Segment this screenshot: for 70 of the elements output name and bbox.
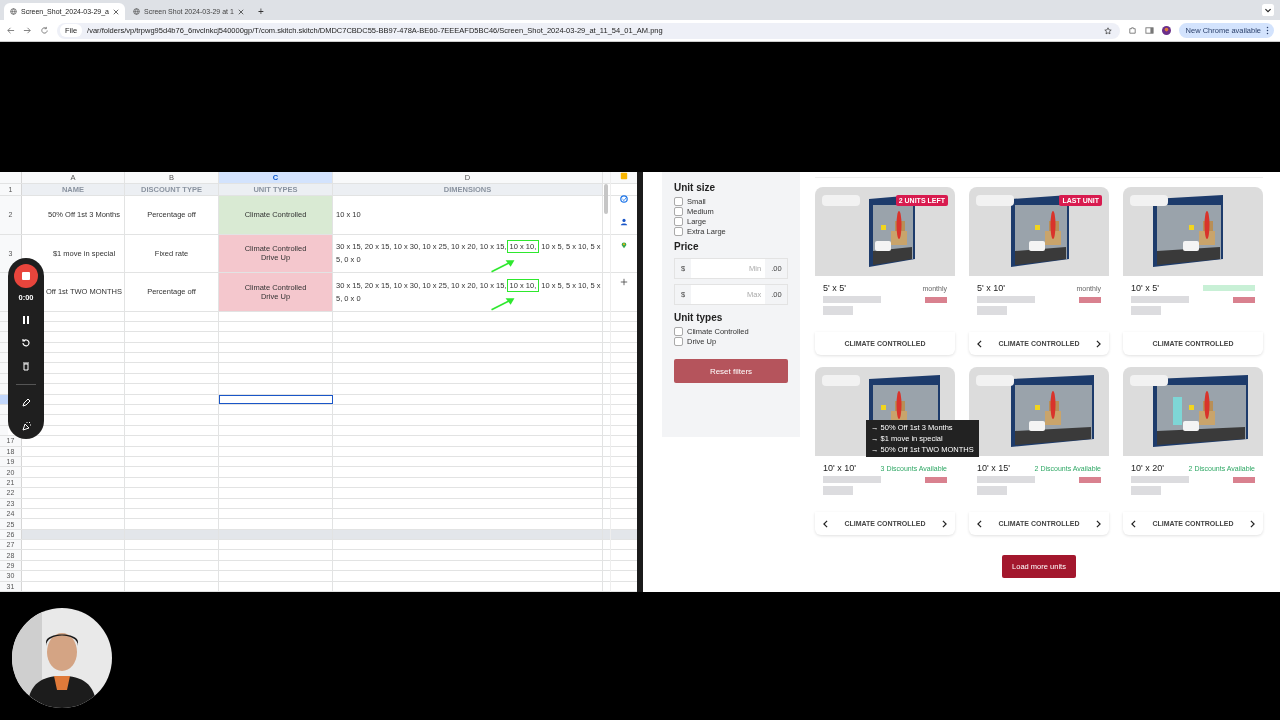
- chevron-right-icon[interactable]: [1250, 519, 1255, 528]
- blurred-text: [823, 476, 881, 483]
- chevron-left-icon[interactable]: [977, 339, 982, 348]
- chevron-right-icon[interactable]: [1096, 519, 1101, 528]
- checkbox[interactable]: [674, 337, 683, 346]
- blurred-text: [977, 306, 1007, 315]
- back-icon[interactable]: [6, 26, 15, 35]
- pause-icon[interactable]: [21, 315, 31, 325]
- chevron-left-icon[interactable]: [1131, 519, 1136, 528]
- filter-heading: Unit types: [674, 312, 724, 323]
- blurred-text: [977, 486, 1007, 495]
- blurred-text: [977, 476, 1035, 483]
- reset-button[interactable]: Reset filters: [674, 359, 788, 383]
- unit-size: 10' x 15': [977, 463, 1010, 473]
- blurred-price: [1079, 476, 1101, 483]
- unit-size: 10' x 20': [1131, 463, 1164, 473]
- blurred-text: [823, 296, 881, 303]
- chevron-right-icon[interactable]: [942, 519, 947, 528]
- trash-icon[interactable]: [21, 361, 31, 371]
- blurred-text: [823, 486, 853, 495]
- blurred-price: [1233, 476, 1255, 483]
- side-panel-icon[interactable]: [1144, 26, 1154, 35]
- blurred-price: [1233, 296, 1255, 303]
- blurred-text: [1131, 296, 1189, 303]
- new-tab-button[interactable]: +: [251, 6, 270, 20]
- pencil-icon[interactable]: [21, 398, 31, 408]
- blurred-text: [977, 296, 1035, 303]
- filter-heading: Price: [674, 241, 700, 252]
- blurred-text: [1131, 486, 1161, 495]
- effects-icon[interactable]: [21, 421, 31, 431]
- unit-size: 10' x 10': [823, 463, 856, 473]
- unit-size: 10' x 5': [1131, 283, 1159, 293]
- star-icon[interactable]: [1103, 26, 1112, 35]
- blurred-price: [925, 296, 947, 303]
- blurred-text: [823, 306, 853, 315]
- chevron-down-icon[interactable]: [1262, 4, 1274, 16]
- checkbox[interactable]: [674, 327, 683, 336]
- stop-button[interactable]: [14, 264, 38, 288]
- blurred-promo: [1203, 285, 1255, 291]
- unit-size: 5' x 10': [977, 283, 1005, 293]
- blurred-price: [925, 476, 947, 483]
- blurred-label: [976, 375, 1014, 386]
- checkbox[interactable]: [674, 197, 683, 206]
- tasks-icon[interactable]: [620, 195, 628, 203]
- forward-icon[interactable]: [23, 26, 32, 35]
- filter-heading: Unit size: [674, 182, 717, 193]
- add-icon[interactable]: [620, 278, 628, 286]
- blurred-label: [1130, 195, 1168, 206]
- person-icon[interactable]: [620, 218, 628, 226]
- chevron-left-icon[interactable]: [977, 519, 982, 528]
- map-pin-icon[interactable]: [620, 241, 628, 249]
- globe-icon: [132, 8, 140, 15]
- blurred-label: [976, 195, 1014, 206]
- avatar-icon[interactable]: [1161, 26, 1171, 35]
- checkbox[interactable]: [674, 227, 683, 236]
- restart-icon[interactable]: [21, 338, 31, 348]
- close-icon[interactable]: [237, 8, 244, 15]
- checkbox[interactable]: [674, 217, 683, 226]
- selected-cell[interactable]: [219, 394, 333, 404]
- blurred-label: [1130, 375, 1168, 386]
- blurred-text: [1131, 306, 1161, 315]
- checkbox[interactable]: [674, 207, 683, 216]
- unit-size: 5' x 5': [823, 283, 846, 293]
- globe-icon: [10, 8, 17, 15]
- blurred-price: [1079, 296, 1101, 303]
- chevron-right-icon[interactable]: [1096, 339, 1101, 348]
- reload-icon[interactable]: [40, 26, 49, 35]
- close-icon[interactable]: [112, 8, 119, 15]
- blurred-text: [1131, 476, 1189, 483]
- chevron-left-icon[interactable]: [823, 519, 828, 528]
